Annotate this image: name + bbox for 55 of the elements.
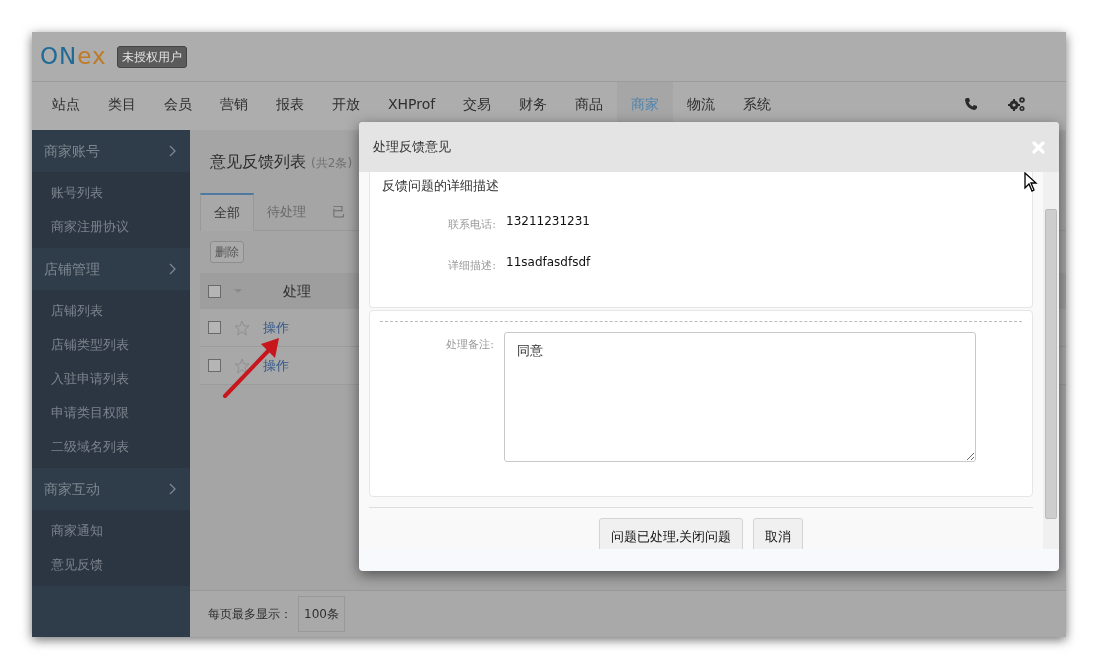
scrollbar[interactable] (1043, 172, 1059, 549)
nav-tab[interactable]: 类目 (94, 82, 150, 122)
chevron-icon (169, 263, 176, 275)
section-title: 反馈问题的详细描述 (382, 177, 500, 195)
cancel-button[interactable]: 取消 (753, 517, 804, 549)
field-label: 详细描述: (447, 258, 496, 274)
field-value: 11sadfasdfsdf (506, 254, 591, 271)
row-checkbox[interactable] (208, 359, 221, 373)
sidebar-item[interactable]: 入驻申请列表 (32, 362, 190, 396)
sidebar-item[interactable]: 二级域名列表 (32, 430, 190, 464)
nav-tab[interactable]: XHProf (374, 82, 450, 122)
remark-field[interactable]: 同意 (504, 331, 976, 462)
gears-icon[interactable] (1008, 96, 1026, 112)
star-icon[interactable] (234, 357, 250, 374)
field-label: 处理备注: (445, 336, 494, 353)
sidebar-item[interactable]: 申请类目权限 (32, 396, 190, 430)
nav-tab[interactable]: 物流 (673, 82, 730, 122)
star-icon[interactable] (234, 319, 250, 336)
chevron-icon (169, 145, 176, 157)
sidebar-item[interactable]: 意见反馈 (32, 548, 190, 582)
sidebar-item[interactable]: 店铺列表 (32, 294, 190, 328)
action-link[interactable]: 操作 (263, 318, 289, 338)
nav-tab[interactable]: 开放 (318, 82, 374, 122)
action-link[interactable]: 操作 (263, 356, 289, 376)
dialog-title: 处理反馈意见 (373, 138, 451, 157)
nav-tab[interactable]: 交易 (449, 82, 506, 122)
nav-tab[interactable]: 营销 (206, 82, 262, 122)
column-header: 处理 (283, 282, 311, 302)
sidebar-group-header[interactable]: 商家账号 (32, 130, 190, 172)
field-value: 13211231231 (506, 212, 590, 230)
page-title: 意见反馈列表 (210, 152, 306, 171)
nav-tab[interactable]: 会员 (150, 82, 206, 122)
phone-icon[interactable] (964, 97, 978, 111)
select-all-checkbox[interactable] (208, 284, 221, 298)
sidebar-group-header[interactable]: 店铺管理 (32, 248, 190, 290)
row-checkbox[interactable] (208, 321, 221, 335)
confirm-button[interactable]: 问题已处理,关闭问题 (598, 517, 744, 549)
nav-tab[interactable]: 站点 (38, 82, 94, 122)
chevron-icon (169, 483, 176, 495)
sidebar-item[interactable]: 店铺类型列表 (32, 328, 190, 362)
logo: ONex (40, 45, 107, 68)
field-label: 联系电话: (447, 216, 496, 233)
sidebar-group-header[interactable]: 商家互动 (32, 468, 190, 510)
delete-button[interactable]: 删除 (210, 241, 244, 264)
tab[interactable]: 全部 (200, 193, 254, 231)
nav-tab[interactable]: 系统 (729, 82, 786, 122)
sidebar-item[interactable]: 账号列表 (32, 176, 190, 210)
page-size-select[interactable]: 100条 (298, 596, 345, 632)
nav-tab[interactable]: 商品 (561, 82, 618, 122)
nav-tab[interactable]: 报表 (262, 82, 318, 122)
sidebar-item[interactable]: 商家注册协议 (32, 210, 190, 244)
nav-tab[interactable]: 财务 (505, 82, 562, 122)
user-status-badge: 未授权用户 (116, 45, 187, 68)
page-size-label: 每页最多显示： (208, 606, 292, 623)
sidebar-item[interactable]: 商家通知 (32, 514, 190, 548)
